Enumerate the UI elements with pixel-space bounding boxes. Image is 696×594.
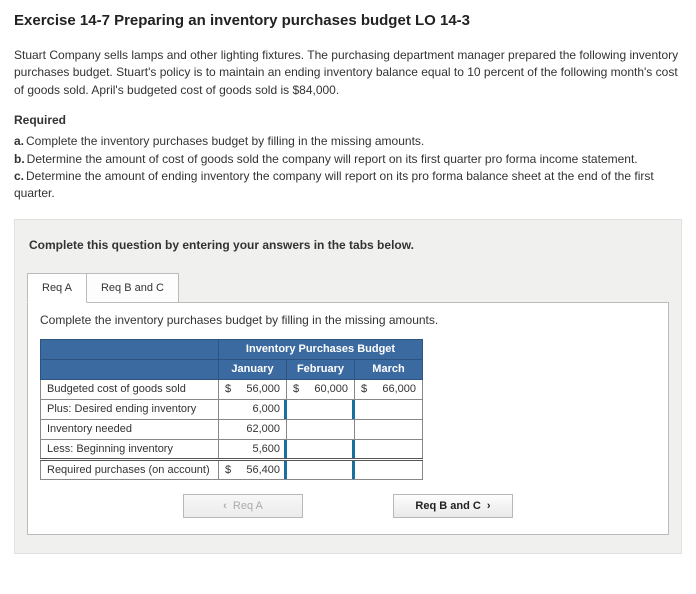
tab-bar: Req A Req B and C <box>27 272 669 302</box>
chevron-right-icon: › <box>487 500 491 512</box>
table-title: Inventory Purchases Budget <box>219 339 423 359</box>
need-feb[interactable] <box>287 419 355 439</box>
required-heading: Required <box>14 113 682 127</box>
row-inventory-needed: Inventory needed 62,000 <box>41 419 423 439</box>
need-jan[interactable]: 62,000 <box>219 419 287 439</box>
required-a-label: a. <box>14 134 24 148</box>
answer-panel: Complete this question by entering your … <box>14 219 682 554</box>
dei-jan[interactable]: 6,000 <box>219 399 287 419</box>
col-february: February <box>287 359 355 379</box>
row-label: Inventory needed <box>41 419 219 439</box>
row-desired-ending-inventory: Plus: Desired ending inventory 6,000 <box>41 399 423 419</box>
panel-instruction: Complete this question by entering your … <box>29 238 669 252</box>
currency-symbol: $ <box>361 383 367 395</box>
required-c-text: Determine the amount of ending inventory… <box>14 169 654 200</box>
cogs-feb[interactable]: $60,000 <box>287 379 355 399</box>
tab-body-req-a: Complete the inventory purchases budget … <box>27 302 669 535</box>
row-budgeted-cogs: Budgeted cost of goods sold $56,000 $60,… <box>41 379 423 399</box>
next-tab-button[interactable]: Req B and C › <box>393 494 513 518</box>
required-b-text: Determine the amount of cost of goods so… <box>27 152 638 166</box>
reqp-feb[interactable] <box>287 459 355 479</box>
begin-feb[interactable] <box>287 439 355 459</box>
prev-tab-button[interactable]: ‹ Req A <box>183 494 303 518</box>
cell-value: 62,000 <box>246 423 280 435</box>
row-label: Budgeted cost of goods sold <box>41 379 219 399</box>
row-label: Plus: Desired ending inventory <box>41 399 219 419</box>
cell-value: 60,000 <box>314 383 348 395</box>
exercise-title: Exercise 14-7 Preparing an inventory pur… <box>14 12 682 29</box>
intro-paragraph: Stuart Company sells lamps and other lig… <box>14 47 682 99</box>
row-label: Required purchases (on account) <box>41 459 219 479</box>
required-a-text: Complete the inventory purchases budget … <box>26 134 424 148</box>
cogs-mar[interactable]: $66,000 <box>355 379 423 399</box>
nav-button-row: ‹ Req A Req B and C › <box>40 494 656 518</box>
cell-value: 66,000 <box>382 383 416 395</box>
required-c-label: c. <box>14 169 24 183</box>
table-corner-blank <box>41 339 219 359</box>
tab-req-a[interactable]: Req A <box>27 273 87 303</box>
required-item-b: b.Determine the amount of cost of goods … <box>14 151 682 168</box>
cell-value: 56,400 <box>246 464 280 476</box>
cogs-jan[interactable]: $56,000 <box>219 379 287 399</box>
tab-req-b-and-c[interactable]: Req B and C <box>87 273 179 303</box>
required-b-label: b. <box>14 152 25 166</box>
row-required-purchases: Required purchases (on account) $56,400 <box>41 459 423 479</box>
chevron-left-icon: ‹ <box>223 500 227 512</box>
reqp-mar[interactable] <box>355 459 423 479</box>
next-tab-label: Req B and C <box>415 500 480 512</box>
cell-value: 56,000 <box>246 383 280 395</box>
cell-value: 6,000 <box>252 403 280 415</box>
cell-value: 5,600 <box>252 443 280 455</box>
begin-mar[interactable] <box>355 439 423 459</box>
currency-symbol: $ <box>225 464 231 476</box>
table-rowlabel-header <box>41 359 219 379</box>
currency-symbol: $ <box>293 383 299 395</box>
row-beginning-inventory: Less: Beginning inventory 5,600 <box>41 439 423 459</box>
need-mar[interactable] <box>355 419 423 439</box>
row-label: Less: Beginning inventory <box>41 439 219 459</box>
required-item-a: a.Complete the inventory purchases budge… <box>14 133 682 150</box>
prev-tab-label: Req A <box>233 500 263 512</box>
required-list: a.Complete the inventory purchases budge… <box>14 133 682 203</box>
dei-mar[interactable] <box>355 399 423 419</box>
col-january: January <box>219 359 287 379</box>
inventory-purchases-budget-table: Inventory Purchases Budget January Febru… <box>40 339 423 480</box>
required-item-c: c.Determine the amount of ending invento… <box>14 168 682 203</box>
reqp-jan[interactable]: $56,400 <box>219 459 287 479</box>
tab-subheading: Complete the inventory purchases budget … <box>40 313 656 327</box>
currency-symbol: $ <box>225 383 231 395</box>
col-march: March <box>355 359 423 379</box>
begin-jan[interactable]: 5,600 <box>219 439 287 459</box>
dei-feb[interactable] <box>287 399 355 419</box>
